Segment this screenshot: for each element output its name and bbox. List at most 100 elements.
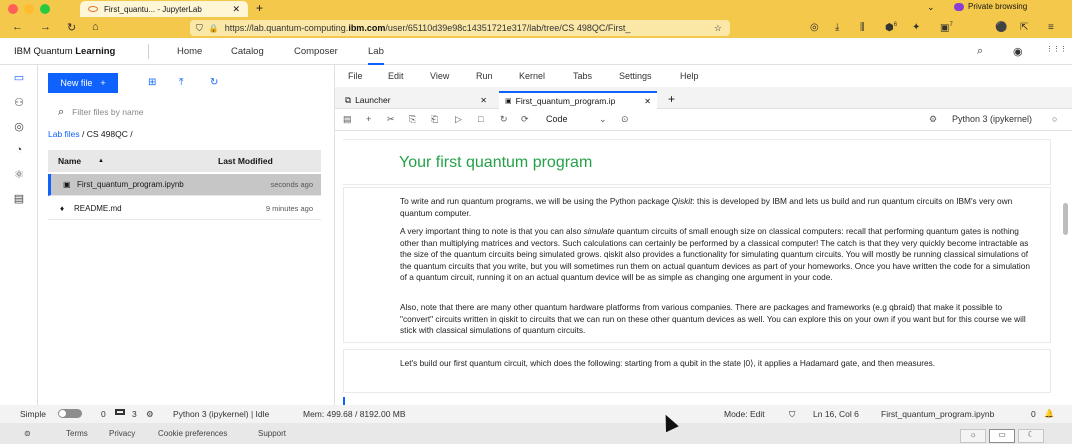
menu-edit[interactable]: Edit xyxy=(388,71,404,81)
extension-badge-count: 6 xyxy=(893,22,898,28)
breadcrumb-lab-files[interactable]: Lab files xyxy=(48,129,80,139)
close-tab-icon[interactable]: ✕ xyxy=(232,4,240,15)
footer-terms[interactable]: Terms xyxy=(66,429,88,438)
close-icon[interactable]: ✕ xyxy=(644,97,651,106)
maximize-window-icon[interactable] xyxy=(40,3,50,14)
url-bar[interactable]: ⛉ 🔒 https://lab.quantum-computing.ibm.co… xyxy=(190,20,730,36)
cursor-position[interactable]: Ln 16, Col 6 xyxy=(813,409,859,419)
paste-icon[interactable]: ⎗ xyxy=(431,114,438,125)
markdown-cell[interactable]: Let's build our first quantum circuit, w… xyxy=(343,349,1051,393)
footer-privacy[interactable]: Privacy xyxy=(109,429,135,438)
breadcrumb: Lab files / CS 498QC / xyxy=(48,129,133,139)
nav-catalog[interactable]: Catalog xyxy=(231,46,264,57)
gauge-icon[interactable]: ◔ xyxy=(10,144,28,162)
scrollbar[interactable] xyxy=(1063,203,1068,235)
share-icon[interactable]: ⇱ xyxy=(1020,22,1028,33)
terminal-icon: ▬ xyxy=(115,409,125,415)
close-window-icon[interactable] xyxy=(8,3,18,14)
close-icon[interactable]: ✕ xyxy=(480,96,487,105)
kernel-settings-icon[interactable]: ⚙ xyxy=(929,114,937,125)
refresh-icon[interactable]: ↻ xyxy=(210,77,218,88)
column-last-modified[interactable]: Last Modified xyxy=(218,156,273,166)
nav-home[interactable]: Home xyxy=(177,46,202,57)
home-icon[interactable]: ⌂ xyxy=(92,21,99,33)
tab-launcher[interactable]: ⧉ Launcher ✕ xyxy=(339,91,495,109)
file-filter-input[interactable]: ⌕ Filter files by name xyxy=(48,103,325,121)
save-icon[interactable]: ▤ xyxy=(343,114,352,125)
download-icon[interactable]: ⤓ xyxy=(835,22,839,33)
folder-icon[interactable]: ▭ xyxy=(10,71,28,89)
forward-icon[interactable]: → xyxy=(40,21,51,33)
browser-tab-active[interactable]: First_quantu... - JupyterLab ✕ xyxy=(80,1,248,17)
extension-grid-icon[interactable]: ▣7 xyxy=(940,22,953,33)
kernel-count[interactable]: 3 xyxy=(132,409,137,419)
tab-list-chevron-icon[interactable]: ⌄ xyxy=(927,2,935,13)
light-theme-icon[interactable]: ☼ xyxy=(960,429,986,443)
upload-icon[interactable]: ⤒ xyxy=(179,77,183,88)
restart-run-all-icon[interactable]: ⟳ xyxy=(521,114,529,125)
apps-grid-icon[interactable]: ⋮⋮⋮ xyxy=(1046,45,1067,53)
menu-help[interactable]: Help xyxy=(680,71,699,81)
new-folder-icon[interactable]: ⊞ xyxy=(148,77,156,88)
clock-icon[interactable]: ⊙ xyxy=(621,114,629,125)
private-browsing-label: Private browsing xyxy=(968,2,1028,11)
restart-icon[interactable]: ↻ xyxy=(500,114,508,125)
insert-cell-icon[interactable]: + xyxy=(366,114,371,124)
footer-support[interactable]: Support xyxy=(258,429,286,438)
palette-icon[interactable]: ◎ xyxy=(10,120,28,138)
header-divider xyxy=(148,44,149,59)
dark-theme-icon[interactable]: ☾ xyxy=(1018,429,1044,443)
account-icon[interactable]: ⚫ xyxy=(995,22,1007,33)
nav-lab[interactable]: Lab xyxy=(368,46,384,65)
toc-icon[interactable]: ▤ xyxy=(10,192,28,210)
bookmark-star-icon[interactable]: ☆ xyxy=(714,23,722,34)
stop-icon[interactable]: □ xyxy=(478,114,483,124)
new-tab-button[interactable]: + xyxy=(256,1,263,15)
copy-icon[interactable]: ⎘ xyxy=(409,114,416,125)
breadcrumb-path[interactable]: / CS 498QC / xyxy=(80,129,133,139)
markdown-cell[interactable]: To write and run quantum programs, we wi… xyxy=(343,187,1051,343)
nav-composer[interactable]: Composer xyxy=(294,46,338,57)
simple-mode-toggle[interactable] xyxy=(58,409,82,418)
paragraph: A very important thing to note is that y… xyxy=(400,226,1030,282)
menu-file[interactable]: File xyxy=(348,71,363,81)
new-file-button[interactable]: New file + xyxy=(48,73,118,93)
system-theme-icon[interactable]: ▭ xyxy=(989,429,1015,443)
markdown-cell[interactable]: Your first quantum program xyxy=(343,139,1051,185)
extension-sparkle-icon[interactable]: ✦ xyxy=(912,22,920,33)
ibm-brand[interactable]: IBM Quantum Learning xyxy=(14,46,115,57)
shield-icon[interactable]: ⛉ xyxy=(196,23,203,34)
extension-badge-icon[interactable]: ⬢6 xyxy=(885,22,897,33)
file-row[interactable]: ▣ First_quantum_program.ipynb seconds ag… xyxy=(48,174,321,196)
reload-icon[interactable]: ↻ xyxy=(67,21,76,34)
column-name[interactable]: Name xyxy=(58,156,81,166)
menu-tabs[interactable]: Tabs xyxy=(573,71,592,81)
cut-icon[interactable]: ✂ xyxy=(387,114,395,125)
minimize-window-icon[interactable] xyxy=(24,3,34,14)
lock-icon[interactable]: 🔒 xyxy=(209,24,219,33)
kernel-status-text[interactable]: Python 3 (ipykernel) | Idle xyxy=(173,409,269,419)
file-row[interactable]: ♦ README.md 9 minutes ago xyxy=(48,198,321,220)
run-icon[interactable]: ▷ xyxy=(455,114,462,125)
menu-run[interactable]: Run xyxy=(476,71,493,81)
user-icon[interactable]: ◉ xyxy=(1013,45,1023,58)
app-menu-icon[interactable]: ≡ xyxy=(1048,22,1054,33)
sort-ascending-icon[interactable]: ▲ xyxy=(98,158,104,164)
menu-view[interactable]: View xyxy=(430,71,449,81)
search-icon[interactable]: ⌕ xyxy=(977,45,983,58)
chevron-down-icon[interactable]: ⌄ xyxy=(599,114,607,125)
pocket-icon[interactable]: ◎ xyxy=(810,22,819,33)
footer-cookie-preferences[interactable]: Cookie preferences xyxy=(158,429,227,438)
bell-icon[interactable]: 🔔 xyxy=(1044,409,1054,418)
running-icon[interactable]: ⚇ xyxy=(10,96,28,114)
cell-type-select[interactable]: Code xyxy=(546,114,568,124)
menu-kernel[interactable]: Kernel xyxy=(519,71,545,81)
back-icon[interactable]: ← xyxy=(12,21,23,33)
add-tab-button[interactable]: + xyxy=(668,92,675,106)
menu-settings[interactable]: Settings xyxy=(619,71,652,81)
library-icon[interactable]: ⫼ xyxy=(860,22,865,33)
kernel-name[interactable]: Python 3 (ipykernel) xyxy=(952,114,1032,124)
extension-icon[interactable]: ⚛ xyxy=(10,168,28,186)
tab-notebook[interactable]: ▣ First_quantum_program.ip ✕ xyxy=(499,91,657,109)
terminal-count[interactable]: 0 xyxy=(101,409,106,419)
